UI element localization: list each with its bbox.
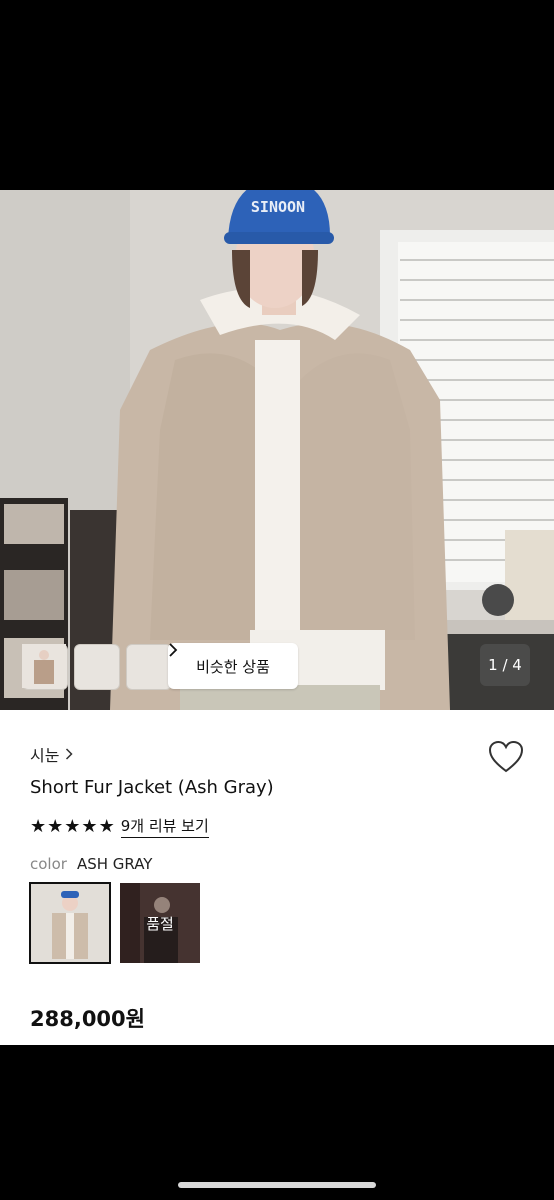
chevron-right-icon [169,643,178,657]
star-filled-icon: ★ [81,815,98,837]
review-link[interactable]: 9개 리뷰 보기 [120,815,209,838]
product-photo: SINOON [0,190,554,710]
product-price: 288,000원 [30,1007,145,1031]
color-options: 품절 [29,882,200,964]
chevron-right-icon [66,748,74,760]
similar-products-label: 비슷한 상품 [196,657,270,676]
brand-name: 시눈 [30,746,60,765]
color-row: color ASH GRAY [30,855,152,873]
color-option-soldout[interactable]: 품절 [120,883,200,963]
color-value: ASH GRAY [76,855,153,873]
star-filled-icon: ★ [47,815,64,837]
product-info-panel: 시눈 Short Fur Jacket (Ash Gray) ★ ★ ★ ★ ★… [0,710,554,1045]
product-title: Short Fur Jacket (Ash Gray) [30,777,274,798]
soldout-label: 품절 [120,883,200,963]
cap-logo-text: SINOON [251,198,305,216]
rating-row: ★ ★ ★ ★ ★ 9개 리뷰 보기 [30,815,209,838]
brand-link[interactable]: 시눈 [30,742,74,766]
color-label: color [30,855,67,873]
thumbnail-strip [22,644,172,690]
heart-outline-icon[interactable] [488,740,524,774]
product-image-gallery[interactable]: SINOON 비슷한 상품 1 / 4 [0,190,554,710]
star-filled-icon: ★ [98,815,115,837]
star-rating: ★ ★ ★ ★ ★ [30,815,115,837]
similar-products-button[interactable]: 비슷한 상품 [168,643,298,689]
color-option-ash-gray[interactable] [29,882,111,964]
gallery-thumbnail[interactable] [22,644,120,690]
gallery-thumbnail[interactable] [22,644,172,690]
status-bar-area [0,0,554,190]
image-counter: 1 / 4 [480,644,530,686]
star-filled-icon: ★ [30,815,47,837]
star-filled-icon: ★ [64,815,81,837]
home-indicator[interactable] [178,1182,376,1188]
